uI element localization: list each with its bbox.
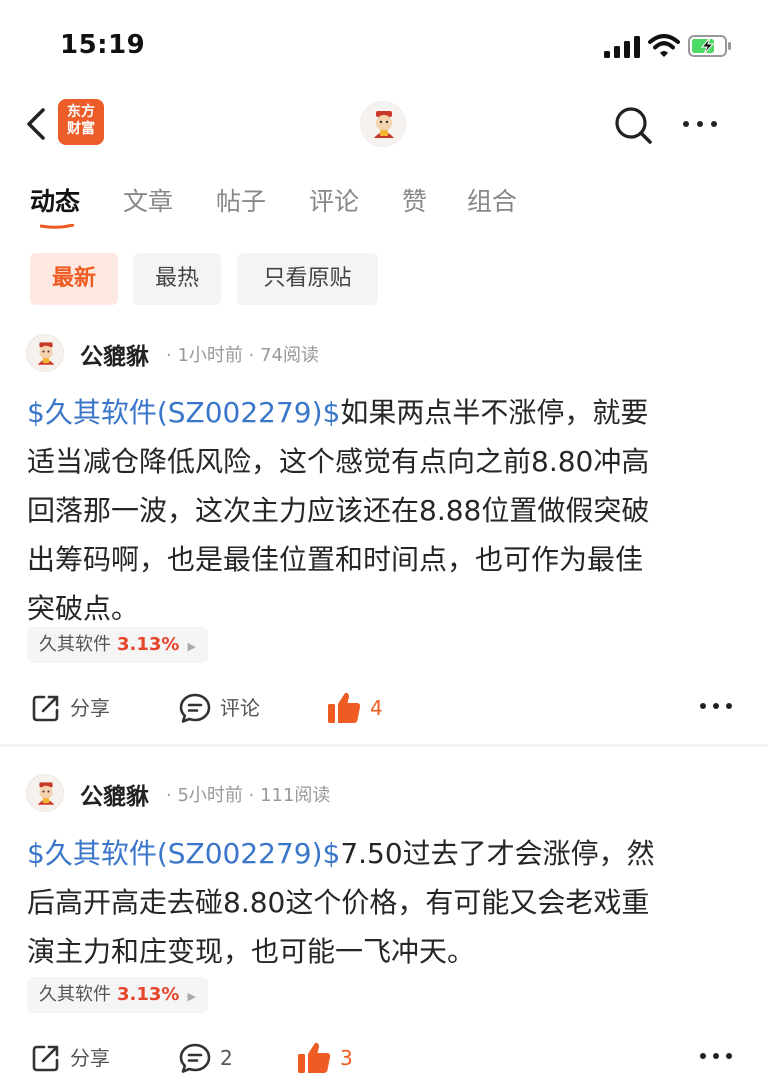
post-meta: · 1小时前 · 74阅读 — [166, 345, 319, 366]
share-icon — [32, 1045, 59, 1071]
post-reads: 111阅读 — [260, 785, 331, 806]
like-count: 3 — [340, 1045, 353, 1070]
stock-tag-change: 3.13% — [117, 634, 180, 655]
post-reads: 74阅读 — [260, 345, 319, 366]
stock-link[interactable]: $久其软件(SZ002279)$ — [27, 837, 340, 870]
comment-label: 评论 — [220, 695, 260, 720]
more-icon[interactable] — [680, 112, 720, 136]
post-meta: · 5小时前 · 111阅读 — [166, 785, 331, 806]
logo-line-2: 财富 — [67, 121, 95, 137]
filter-latest[interactable]: 最新 — [30, 253, 118, 305]
thumbs-up-icon — [328, 692, 361, 723]
post-divider — [0, 744, 768, 747]
post-text-line: 如果两点半不涨停，就要 — [340, 396, 649, 429]
share-button[interactable]: 分享 — [30, 686, 110, 726]
stock-quote-tag[interactable]: 久其软件 3.13% ▶ — [27, 627, 208, 663]
tab-dynamics[interactable]: 动态 — [30, 182, 80, 218]
stock-quote-tag[interactable]: 久其软件 3.13% ▶ — [27, 977, 208, 1013]
post-content[interactable]: $久其软件(SZ002279)$7.50过去了才会涨停，然 后高开高走去碰8.8… — [27, 829, 743, 976]
like-button[interactable]: 3 — [296, 1036, 353, 1076]
stock-link[interactable]: $久其软件(SZ002279)$ — [27, 396, 340, 429]
tab-likes[interactable]: 赞 — [402, 182, 427, 218]
comment-button[interactable]: 2 — [178, 1036, 233, 1076]
author-avatar[interactable] — [26, 774, 64, 812]
filter-hot[interactable]: 最热 — [133, 253, 221, 305]
tab-posts[interactable]: 帖子 — [216, 182, 266, 218]
app-logo: 东方 财富 — [58, 99, 104, 145]
post-text-line: 回落那一波，这次主力应该还在8.88位置做假突破 — [27, 494, 650, 527]
like-count: 4 — [370, 695, 383, 720]
share-icon — [32, 695, 59, 721]
status-time: 15:19 — [60, 30, 146, 60]
signal-icon — [604, 36, 640, 58]
share-label: 分享 — [70, 1045, 110, 1070]
wifi-icon — [648, 34, 680, 57]
tab-portfolio[interactable]: 组合 — [467, 182, 517, 218]
comment-count: 2 — [220, 1045, 233, 1070]
stock-tag-change: 3.13% — [117, 984, 180, 1005]
caret-right-icon: ▶ — [187, 990, 196, 1003]
fortune-avatar-icon — [374, 111, 394, 138]
post-text-line: 出筹码啊，也是最佳位置和时间点，也可作为最佳 — [27, 543, 644, 576]
fortune-avatar-icon — [37, 782, 55, 805]
author-avatar[interactable] — [26, 334, 64, 372]
post-text-line: 演主力和庄变现，也可能一飞冲天。 — [27, 935, 476, 968]
like-button[interactable]: 4 — [326, 686, 383, 726]
post-text-line: 后高开高走去碰8.80这个价格，有可能又会老戏重 — [27, 886, 650, 919]
active-tab-indicator — [40, 224, 74, 229]
caret-right-icon: ▶ — [187, 640, 196, 653]
post-time: 5小时前 — [177, 785, 243, 806]
comment-icon — [179, 1043, 211, 1073]
post-content[interactable]: $久其软件(SZ002279)$如果两点半不涨停，就要 适当减仓降低风险，这个感… — [27, 388, 743, 633]
search-icon[interactable] — [610, 102, 656, 148]
post-time: 1小时前 — [177, 345, 243, 366]
post-text-line: 突破点。 — [27, 592, 140, 625]
post-more-icon[interactable] — [696, 694, 736, 718]
tab-articles[interactable]: 文章 — [123, 182, 173, 218]
share-button[interactable]: 分享 — [30, 1036, 110, 1076]
stock-tag-name: 久其软件 — [39, 984, 111, 1005]
author-name[interactable]: 公貔貅 — [80, 777, 149, 811]
tab-comments[interactable]: 评论 — [309, 182, 359, 218]
thumbs-up-icon — [298, 1042, 331, 1073]
post-text-line: 7.50过去了才会涨停，然 — [340, 837, 655, 870]
filter-original-only[interactable]: 只看原贴 — [237, 253, 378, 305]
author-name[interactable]: 公貔貅 — [80, 337, 149, 371]
fortune-avatar-icon — [37, 342, 55, 365]
battery-charging-icon — [688, 35, 731, 57]
stock-tag-name: 久其软件 — [39, 634, 111, 655]
share-label: 分享 — [70, 695, 110, 720]
comment-button[interactable]: 评论 — [178, 686, 260, 726]
post-more-icon[interactable] — [696, 1044, 736, 1068]
post-text-line: 适当减仓降低风险，这个感觉有点向之前8.80冲高 — [27, 445, 650, 478]
comment-icon — [179, 693, 211, 723]
profile-avatar[interactable] — [360, 101, 406, 147]
back-icon[interactable] — [22, 104, 52, 144]
logo-line-1: 东方 — [67, 104, 95, 120]
